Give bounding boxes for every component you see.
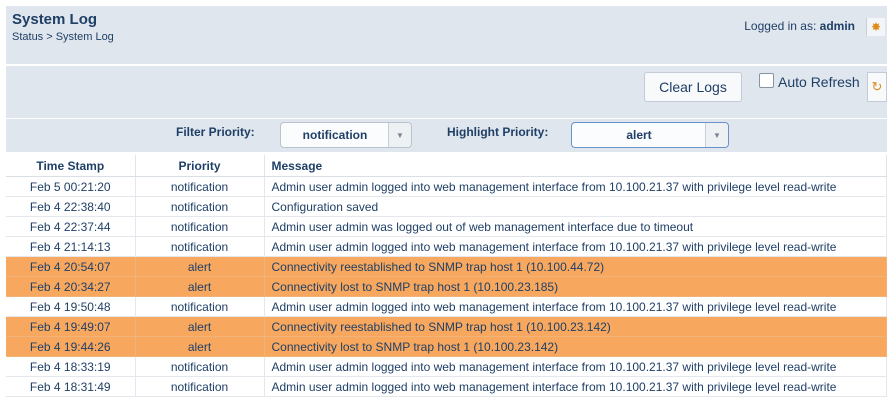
filter-priority-value: notification xyxy=(302,128,368,142)
logged-in-label: Logged in as: xyxy=(744,19,817,33)
cell-priority: notification xyxy=(135,356,265,377)
cell-priority: notification xyxy=(135,176,265,197)
column-header-message[interactable]: Message xyxy=(264,155,887,177)
cell-timestamp: Feb 4 20:54:07 xyxy=(6,256,136,277)
page-title: System Log xyxy=(12,11,98,28)
login-status: Logged in as: admin xyxy=(744,19,855,33)
cell-message: Admin user admin logged into web managem… xyxy=(264,356,887,377)
table-row: Feb 4 18:31:49 notification Admin user adm… xyxy=(6,376,887,397)
username: admin xyxy=(819,19,855,33)
cell-timestamp: Feb 4 22:38:40 xyxy=(6,196,136,217)
table-row: Feb 4 19:44:26 alert Connectivity lost to … xyxy=(6,336,887,357)
breadcrumb[interactable]: Status > System Log xyxy=(12,31,114,43)
page-header: System Log Status > System Log Logged in… xyxy=(6,6,887,64)
filter-bar: Filter Priority: notification ▼ Highligh… xyxy=(6,119,887,152)
column-header-priority[interactable]: Priority xyxy=(135,155,265,177)
cell-message: Connectivity lost to SNMP trap host 1 (1… xyxy=(264,336,887,357)
table-row: Feb 4 19:49:07 alert Connectivity reestabl… xyxy=(6,316,887,337)
cell-priority: notification xyxy=(135,376,265,397)
cell-message: Admin user admin logged into web managem… xyxy=(264,176,887,197)
cell-priority: notification xyxy=(135,296,265,317)
table-row: Feb 4 19:50:48 notification Admin user adm… xyxy=(6,296,887,317)
cell-timestamp: Feb 5 00:21:20 xyxy=(6,176,136,197)
cell-timestamp: Feb 4 18:31:49 xyxy=(6,376,136,397)
table-row: Feb 4 22:37:44 notification Admin user adm… xyxy=(6,216,887,237)
cell-message: Connectivity reestablished to SNMP trap … xyxy=(264,256,887,277)
cell-priority: alert xyxy=(135,276,265,297)
toolbar: Clear Logs Auto Refresh ↻ xyxy=(6,66,887,118)
cell-timestamp: Feb 4 22:37:44 xyxy=(6,216,136,237)
cell-priority: alert xyxy=(135,336,265,357)
table-row: Feb 5 00:21:20 notification Admin user adm… xyxy=(6,176,887,197)
auto-refresh-label[interactable]: Auto Refresh xyxy=(778,74,860,90)
table-row: Feb 4 20:54:07 alert Connectivity reestabl… xyxy=(6,256,887,277)
cell-priority: notification xyxy=(135,216,265,237)
cell-message: Connectivity lost to SNMP trap host 1 (1… xyxy=(264,276,887,297)
filter-priority-label: Filter Priority: xyxy=(176,125,255,139)
cell-timestamp: Feb 4 21:14:13 xyxy=(6,236,136,257)
auto-refresh-checkbox[interactable] xyxy=(759,73,774,88)
table-header-row: Time Stamp Priority Message xyxy=(6,155,887,177)
highlight-priority-value: alert xyxy=(626,128,652,142)
cell-message: Admin user admin logged into web managem… xyxy=(264,236,887,257)
filter-priority-select[interactable]: notification ▼ xyxy=(280,122,412,148)
table-row: Feb 4 20:34:27 alert Connectivity lost to … xyxy=(6,276,887,297)
chevron-down-icon[interactable]: ▼ xyxy=(388,123,411,147)
table-row: Feb 4 22:38:40 notification Configuration … xyxy=(6,196,887,217)
cell-priority: notification xyxy=(135,236,265,257)
cell-priority: alert xyxy=(135,316,265,337)
table-row: Feb 4 21:14:13 notification Admin user adm… xyxy=(6,236,887,257)
clear-logs-button[interactable]: Clear Logs xyxy=(644,72,742,102)
cell-message: Configuration saved xyxy=(264,196,887,217)
cell-message: Connectivity reestablished to SNMP trap … xyxy=(264,316,887,337)
chevron-down-icon[interactable]: ▼ xyxy=(705,123,728,147)
highlight-priority-select[interactable]: alert ▼ xyxy=(571,122,729,148)
refresh-icon[interactable]: ↻ xyxy=(867,72,887,102)
cell-timestamp: Feb 4 19:44:26 xyxy=(6,336,136,357)
cell-timestamp: Feb 4 19:50:48 xyxy=(6,296,136,317)
cell-message: Admin user admin logged into web managem… xyxy=(264,376,887,397)
column-header-timestamp[interactable]: Time Stamp xyxy=(6,155,136,177)
cell-timestamp: Feb 4 20:34:27 xyxy=(6,276,136,297)
cell-priority: alert xyxy=(135,256,265,277)
cell-message: Admin user admin logged into web managem… xyxy=(264,296,887,317)
cell-priority: notification xyxy=(135,196,265,217)
cell-message: Admin user admin was logged out of web m… xyxy=(264,216,887,237)
cell-timestamp: Feb 4 19:49:07 xyxy=(6,316,136,337)
log-rows: Feb 5 00:21:20 notification Admin user adm… xyxy=(6,176,887,397)
system-log-table: Time Stamp Priority Message Feb 5 00:21:… xyxy=(6,155,887,397)
highlight-priority-label: Highlight Priority: xyxy=(447,125,549,139)
table-row: Feb 4 18:33:19 notification Admin user adm… xyxy=(6,356,887,377)
cell-timestamp: Feb 4 18:33:19 xyxy=(6,356,136,377)
gear-icon[interactable]: ✸ xyxy=(866,18,885,36)
